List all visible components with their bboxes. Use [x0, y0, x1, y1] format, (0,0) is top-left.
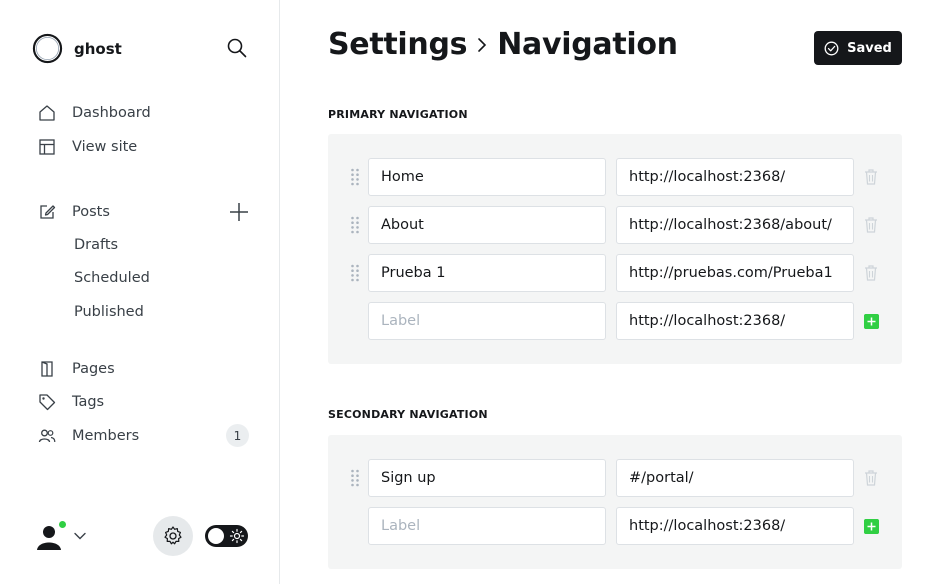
nav-label-input[interactable]: Home: [368, 158, 606, 196]
nav-label-input[interactable]: About: [368, 206, 606, 244]
sidebar-item-tags[interactable]: Tags: [38, 390, 104, 414]
nav-item-row: About http://localhost:2368/about/: [328, 206, 902, 244]
trash-icon[interactable]: [863, 264, 879, 282]
new-nav-url-input[interactable]: http://localhost:2368/: [616, 302, 854, 340]
nav-label-input[interactable]: Prueba 1: [368, 254, 606, 292]
add-plus-icon[interactable]: [864, 519, 879, 534]
save-button-label: Saved: [847, 40, 892, 56]
nav-url-input[interactable]: http://localhost:2368/: [616, 158, 854, 196]
breadcrumb-navigation: Navigation: [497, 27, 678, 62]
nav-url-input[interactable]: #/portal/: [616, 459, 854, 497]
members-count-badge: 1: [226, 424, 249, 447]
check-circle-icon: [824, 41, 839, 55]
secondary-navigation-heading: SECONDARY NAVIGATION: [328, 408, 488, 421]
sidebar-item-label: Members: [72, 428, 140, 444]
brand[interactable]: ghost: [32, 33, 122, 64]
brand-name: ghost: [74, 39, 122, 58]
home-icon: [38, 104, 56, 122]
nav-item-row: Home http://localhost:2368/: [328, 158, 902, 196]
chevron-right-icon: [478, 37, 487, 52]
new-nav-item-row: Label http://localhost:2368/: [328, 302, 902, 340]
settings-button[interactable]: [153, 516, 193, 556]
new-post-plus-icon[interactable]: [228, 201, 250, 223]
search-icon[interactable]: [226, 37, 248, 59]
sidebar-item-label: Posts: [72, 204, 110, 220]
tag-icon: [38, 393, 56, 411]
online-status-dot: [57, 519, 68, 530]
layout-icon: [38, 138, 56, 156]
drag-handle-icon[interactable]: [350, 216, 360, 234]
sidebar-item-drafts[interactable]: Drafts: [74, 237, 118, 253]
primary-navigation-panel: Home http://localhost:2368/ About http:/…: [328, 134, 902, 364]
new-nav-url-input[interactable]: http://localhost:2368/: [616, 507, 854, 545]
toggle-knob: [208, 528, 224, 544]
gear-icon: [164, 526, 182, 545]
trash-icon[interactable]: [863, 469, 879, 487]
sidebar-item-scheduled[interactable]: Scheduled: [74, 270, 150, 286]
secondary-navigation-panel: Sign up #/portal/ Label http://localhost…: [328, 435, 902, 569]
page-icon: [38, 360, 56, 378]
sidebar-item-pages[interactable]: Pages: [38, 357, 115, 381]
sidebar-item-published[interactable]: Published: [74, 304, 144, 320]
drag-handle-icon[interactable]: [350, 469, 360, 487]
drag-handle-icon[interactable]: [350, 264, 360, 282]
sidebar-item-label: View site: [72, 139, 138, 155]
members-icon: [38, 427, 56, 445]
sidebar-item-members[interactable]: Members: [38, 424, 139, 448]
drag-handle-icon[interactable]: [350, 168, 360, 186]
sidebar-item-label: Tags: [72, 394, 105, 410]
sidebar-item-label: Pages: [72, 361, 115, 377]
dark-mode-toggle[interactable]: [205, 525, 248, 547]
sidebar: ghost Dashboard View site Posts Drafts S…: [0, 0, 280, 584]
nav-item-row: Prueba 1 http://pruebas.com/Prueba1: [328, 254, 902, 292]
ghost-logo-icon: [32, 33, 63, 64]
chevron-down-icon[interactable]: [73, 529, 87, 543]
sidebar-item-dashboard[interactable]: Dashboard: [38, 101, 151, 125]
edit-icon: [38, 203, 56, 221]
new-nav-item-row: Label http://localhost:2368/: [328, 507, 902, 545]
trash-icon[interactable]: [863, 168, 879, 186]
sidebar-item-posts[interactable]: Posts: [38, 200, 110, 224]
page-title: Settings Navigation: [328, 27, 678, 62]
sun-icon: [229, 528, 245, 544]
breadcrumb-settings[interactable]: Settings: [328, 27, 468, 62]
nav-url-input[interactable]: http://localhost:2368/about/: [616, 206, 854, 244]
sidebar-item-view-site[interactable]: View site: [38, 135, 137, 159]
new-nav-label-input[interactable]: Label: [368, 507, 606, 545]
nav-label-input[interactable]: Sign up: [368, 459, 606, 497]
add-plus-icon[interactable]: [864, 314, 879, 329]
sidebar-item-label: Dashboard: [72, 105, 151, 121]
new-nav-label-input[interactable]: Label: [368, 302, 606, 340]
nav-url-input[interactable]: http://pruebas.com/Prueba1: [616, 254, 854, 292]
nav-item-row: Sign up #/portal/: [328, 459, 902, 497]
primary-navigation-heading: PRIMARY NAVIGATION: [328, 108, 468, 121]
trash-icon[interactable]: [863, 216, 879, 234]
save-button[interactable]: Saved: [814, 31, 902, 65]
